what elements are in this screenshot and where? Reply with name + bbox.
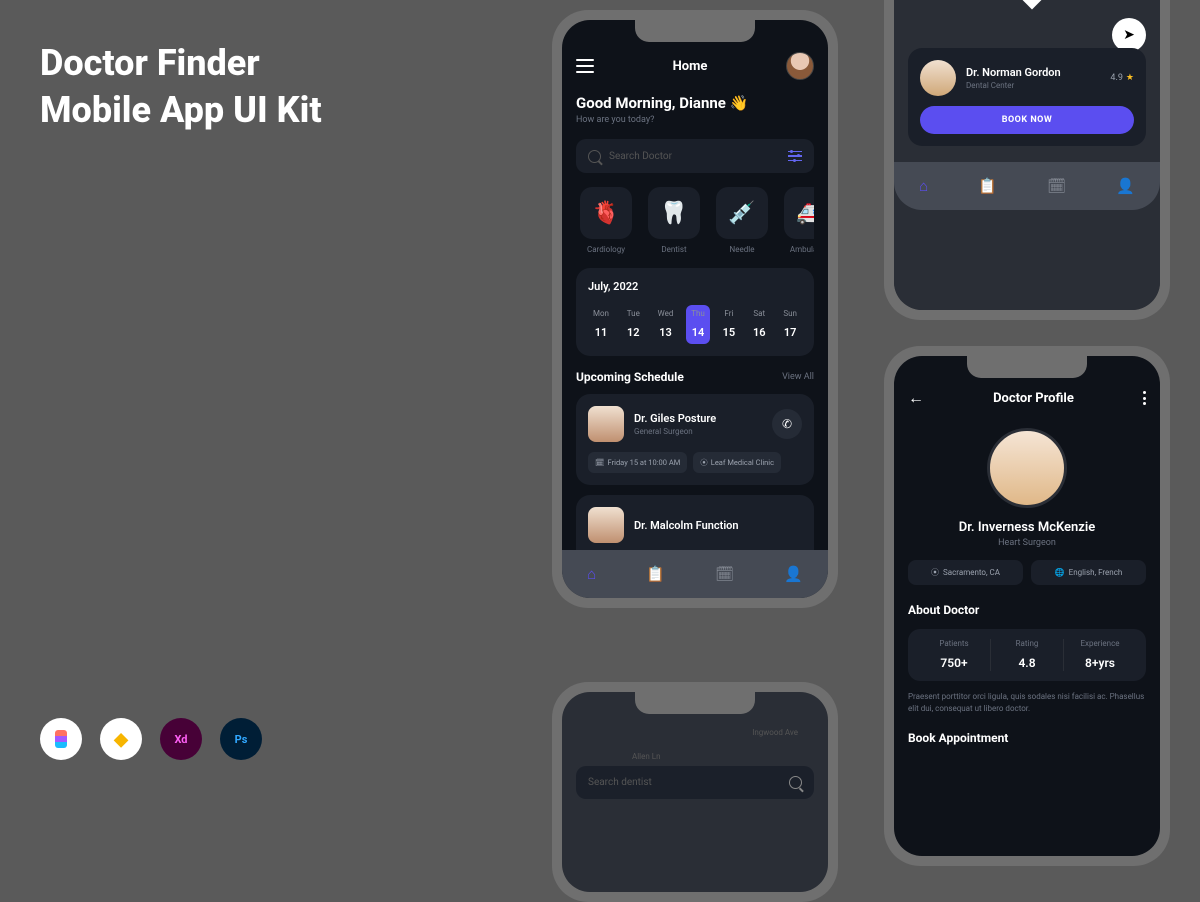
phone-map-search: Ingwood Ave Allen Ln Search dentist bbox=[552, 682, 838, 902]
screen-title: Doctor Profile bbox=[993, 391, 1074, 406]
search-icon bbox=[789, 776, 802, 789]
menu-icon[interactable] bbox=[576, 59, 594, 73]
nav-profile-icon[interactable]: 👤 bbox=[784, 565, 803, 583]
calendar-day[interactable]: Wed13 bbox=[653, 305, 679, 344]
search-placeholder: Search Doctor bbox=[609, 151, 780, 162]
doctor-avatar bbox=[588, 406, 624, 442]
doctor-avatar bbox=[920, 60, 956, 96]
profile-avatar bbox=[987, 428, 1067, 508]
nav-records-icon[interactable]: 📋 bbox=[646, 565, 665, 583]
book-heading: Book Appointment bbox=[908, 731, 1146, 745]
calendar-day[interactable]: Thu14 bbox=[686, 305, 710, 344]
calendar-day[interactable]: Tue12 bbox=[622, 305, 645, 344]
nav-records-icon[interactable]: 📋 bbox=[978, 177, 997, 195]
category-dentist[interactable]: 🦷Dentist bbox=[644, 187, 704, 254]
nav-home-icon[interactable]: ⌂ bbox=[587, 565, 596, 583]
page-heading: Doctor Finder Mobile App UI Kit bbox=[40, 40, 322, 134]
subgreeting: How are you today? bbox=[576, 115, 814, 125]
calendar-day[interactable]: Fri15 bbox=[718, 305, 741, 344]
more-icon[interactable] bbox=[1143, 391, 1146, 405]
bottom-nav: ⌂ 📋 🗓 👤 bbox=[562, 550, 828, 598]
doctor-avatar bbox=[588, 507, 624, 543]
search-icon bbox=[588, 150, 601, 163]
ps-icon: Ps bbox=[220, 718, 262, 760]
filter-icon[interactable] bbox=[788, 149, 802, 163]
category-cardiology[interactable]: 🫀Cardiology bbox=[576, 187, 636, 254]
locate-button[interactable]: ➤ bbox=[1112, 18, 1146, 52]
xd-icon: Xd bbox=[160, 718, 202, 760]
doctor-name: Dr. Malcolm Function bbox=[634, 519, 739, 532]
street-label: Ingwood Ave bbox=[752, 728, 798, 737]
heading-line2: Mobile App UI Kit bbox=[40, 87, 322, 134]
nav-calendar-icon[interactable]: 🗓 bbox=[1047, 177, 1066, 195]
doctor-name: Dr. Giles Posture bbox=[634, 412, 716, 425]
view-all-link[interactable]: View All bbox=[782, 372, 814, 382]
doctor-role: General Surgeon bbox=[634, 427, 716, 436]
screen-title: Home bbox=[673, 59, 708, 74]
profile-name: Dr. Inverness McKenzie bbox=[908, 520, 1146, 535]
nav-profile-icon[interactable]: 👤 bbox=[1116, 177, 1135, 195]
book-now-button[interactable]: BOOK NOW bbox=[920, 106, 1134, 134]
heading-line1: Doctor Finder bbox=[40, 40, 322, 87]
doctor-rating: 4.9 ★ bbox=[1110, 73, 1134, 83]
call-button[interactable]: ✆ bbox=[772, 409, 802, 439]
categories: 🫀Cardiology 🦷Dentist 💉Needle 🚑Ambulance bbox=[576, 187, 814, 254]
phone-profile: ← Doctor Profile Dr. Inverness McKenzie … bbox=[884, 346, 1170, 866]
search-input[interactable]: Search dentist bbox=[576, 766, 814, 799]
avatar[interactable] bbox=[786, 52, 814, 80]
calendar-month: July, 2022 bbox=[588, 280, 802, 293]
profile-role: Heart Surgeon bbox=[908, 538, 1146, 548]
calendar-day[interactable]: Sun17 bbox=[778, 305, 802, 344]
about-text: Praesent porttitor orci ligula, quis sod… bbox=[908, 691, 1146, 715]
nav-home-icon[interactable]: ⌂ bbox=[919, 177, 928, 195]
appointment-time: 🗓 Friday 15 at 10:00 AM bbox=[588, 452, 687, 473]
location-chip: ⦿ Sacramento, CA bbox=[908, 560, 1023, 585]
back-icon[interactable]: ← bbox=[908, 388, 924, 408]
language-chip: 🌐 English, French bbox=[1031, 560, 1146, 585]
tool-icons: ◆ Xd Ps bbox=[40, 718, 262, 760]
calendar: July, 2022 Mon11 Tue12 Wed13 Thu14 Fri15 Sat1… bbox=[576, 268, 814, 356]
appointment-location: ⦿ Leaf Medical Clinic bbox=[693, 452, 781, 473]
doctor-name: Dr. Norman Gordon bbox=[966, 66, 1061, 79]
category-ambulance[interactable]: 🚑Ambulance bbox=[780, 187, 814, 254]
appointment-card[interactable]: Dr. Giles Posture General Surgeon ✆ 🗓 Fr… bbox=[576, 394, 814, 485]
category-needle[interactable]: 💉Needle bbox=[712, 187, 772, 254]
map-pin[interactable] bbox=[1007, 0, 1058, 9]
calendar-day[interactable]: Mon11 bbox=[588, 305, 614, 344]
figma-icon bbox=[40, 718, 82, 760]
search-input[interactable]: Search Doctor bbox=[576, 139, 814, 173]
search-placeholder: Search dentist bbox=[588, 777, 781, 788]
calendar-day[interactable]: Sat16 bbox=[748, 305, 771, 344]
stats-card: Patients750+ Rating4.8 Experience8+yrs bbox=[908, 629, 1146, 681]
upcoming-title: Upcoming Schedule bbox=[576, 370, 684, 384]
sketch-icon: ◆ bbox=[100, 718, 142, 760]
doctor-clinic: Dental Center bbox=[966, 81, 1061, 90]
greeting: Good Morning, Dianne 👋 bbox=[576, 94, 814, 112]
about-heading: About Doctor bbox=[908, 603, 1146, 617]
doctor-card[interactable]: Dr. Norman Gordon Dental Center 4.9 ★ BO… bbox=[908, 48, 1146, 146]
street-label: Allen Ln bbox=[632, 752, 660, 761]
phone-map: S Virginia St Church St ➤ Dr. Norman Gor… bbox=[884, 0, 1170, 320]
phone-home: Home Good Morning, Dianne 👋 How are you … bbox=[552, 10, 838, 608]
star-icon: ★ bbox=[1126, 73, 1134, 83]
nav-calendar-icon[interactable]: 🗓 bbox=[715, 565, 734, 583]
bottom-nav: ⌂ 📋 🗓 👤 bbox=[894, 162, 1160, 210]
